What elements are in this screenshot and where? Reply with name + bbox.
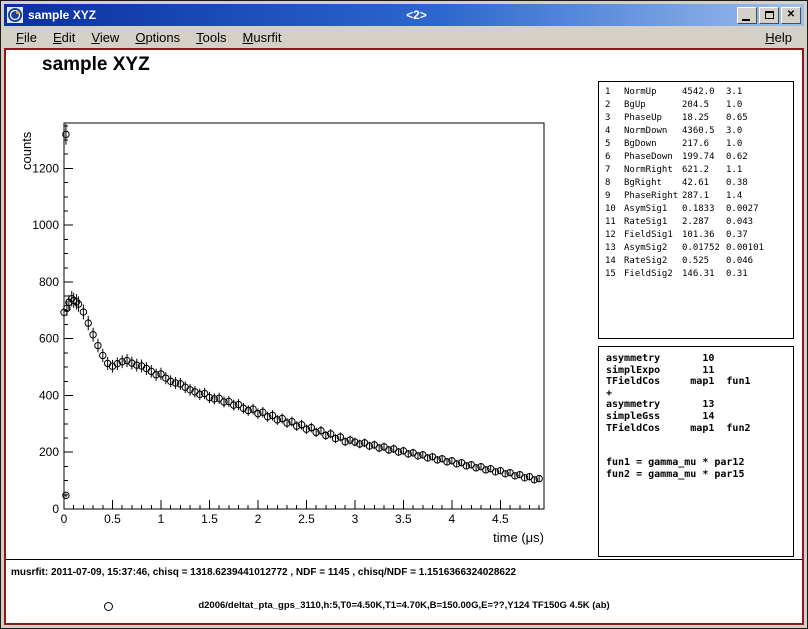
y-tick-label: 1200 [32, 161, 59, 175]
theory-line: asymmetry 13 [606, 399, 793, 411]
legend-text: d2006/deltat_pta_gps_3110,h:5,T0=4.50K,T… [6, 598, 802, 614]
window-center-label: <2> [96, 8, 737, 22]
param-row: 13AsymSig20.017520.00101 [605, 242, 793, 255]
parameter-rows: 1NormUp4542.03.12BgUp204.51.03PhaseUp18.… [605, 86, 793, 281]
root-canvas[interactable]: sample XYZ 00.511.522.533.544.5020040060… [4, 48, 804, 625]
y-axis-title: counts [19, 131, 34, 170]
param-row: 15FieldSig2146.310.31 [605, 268, 793, 281]
theory-line: asymmetry 10 [606, 353, 793, 365]
x-tick-label: 4.5 [492, 512, 509, 526]
y-tick-label: 600 [39, 332, 59, 346]
x-tick-label: 1.5 [201, 512, 218, 526]
param-row: 1NormUp4542.03.1 [605, 86, 793, 99]
menu-help[interactable]: Help [757, 28, 800, 47]
param-row: 9PhaseRight287.11.4 [605, 190, 793, 203]
minimize-icon [742, 19, 750, 21]
status-divider [6, 559, 802, 560]
theory-lines: asymmetry 10simplExpo 11TFieldCos map1 f… [606, 353, 793, 481]
theory-line: simpleGss 14 [606, 411, 793, 423]
y-tick-label: 400 [39, 388, 59, 402]
window-controls: ✕ [737, 7, 801, 24]
close-button[interactable]: ✕ [781, 7, 801, 24]
x-tick-label: 1 [158, 512, 165, 526]
theory-line [606, 446, 793, 458]
param-row: 6PhaseDown199.740.62 [605, 151, 793, 164]
menu-file[interactable]: File [8, 28, 45, 47]
x-tick-label: 3.5 [395, 512, 412, 526]
close-icon: ✕ [787, 10, 795, 20]
param-row: 3PhaseUp18.250.65 [605, 112, 793, 125]
theory-box: asymmetry 10simplExpo 11TFieldCos map1 f… [598, 346, 794, 557]
y-tick-label: 1000 [32, 218, 59, 232]
maximize-button[interactable] [759, 7, 779, 24]
menu-bar: File Edit View Options Tools Musrfit Hel… [4, 26, 804, 48]
param-row: 14RateSig20.5250.046 [605, 255, 793, 268]
theory-line: fun1 = gamma_mu * par12 [606, 457, 793, 469]
theory-line: TFieldCos map1 fun2 [606, 423, 793, 435]
param-row: 8BgRight42.610.38 [605, 177, 793, 190]
theory-line: TFieldCos map1 fun1 [606, 376, 793, 388]
app-window: sample XYZ <2> ✕ File Edit View Options … [0, 0, 808, 629]
param-row: 4NormDown4360.53.0 [605, 125, 793, 138]
window-title: sample XYZ [28, 8, 96, 22]
parameter-box: 1NormUp4542.03.12BgUp204.51.03PhaseUp18.… [598, 81, 794, 339]
theory-line: fun2 = gamma_mu * par15 [606, 469, 793, 481]
app-icon[interactable] [7, 7, 23, 23]
x-tick-label: 4 [449, 512, 456, 526]
param-row: 2BgUp204.51.0 [605, 99, 793, 112]
x-tick-label: 2 [255, 512, 262, 526]
x-axis-title: time (μs) [493, 530, 544, 545]
theory-line: simplExpo 11 [606, 365, 793, 377]
param-row: 12FieldSig1101.360.37 [605, 229, 793, 242]
plot-area[interactable]: 0 0.5 1 1.5 2 2.5 3 3.5 4 4.5 0 200 400 600 800 1000 120… [6, 50, 566, 560]
minimize-button[interactable] [737, 7, 757, 24]
menu-edit[interactable]: Edit [45, 28, 83, 47]
theory-line: + [606, 388, 793, 400]
menu-musrfit[interactable]: Musrfit [235, 28, 290, 47]
menu-tools[interactable]: Tools [188, 28, 234, 47]
param-row: 7NormRight621.21.1 [605, 164, 793, 177]
y-tick-label: 800 [39, 275, 59, 289]
title-bar[interactable]: sample XYZ <2> ✕ [4, 4, 804, 26]
legend-open-circle-icon [104, 602, 113, 611]
maximize-icon [765, 11, 774, 19]
plot-frame [64, 123, 544, 509]
legend-row: d2006/deltat_pta_gps_3110,h:5,T0=4.50K,T… [6, 598, 802, 614]
x-tick-label: 0.5 [104, 512, 121, 526]
theory-line [606, 434, 793, 446]
x-tick-label: 0 [61, 512, 68, 526]
y-tick-label: 200 [39, 445, 59, 459]
menu-view[interactable]: View [83, 28, 127, 47]
param-row: 10AsymSig10.18330.0027 [605, 203, 793, 216]
menu-options[interactable]: Options [127, 28, 188, 47]
param-row: 5BgDown217.61.0 [605, 138, 793, 151]
param-row: 11RateSig12.2870.043 [605, 216, 793, 229]
fit-status-text: musrfit: 2011-07-09, 15:37:46, chisq = 1… [11, 567, 516, 578]
x-tick-label: 3 [352, 512, 359, 526]
x-tick-label: 2.5 [298, 512, 315, 526]
y-tick-label: 0 [52, 502, 59, 516]
